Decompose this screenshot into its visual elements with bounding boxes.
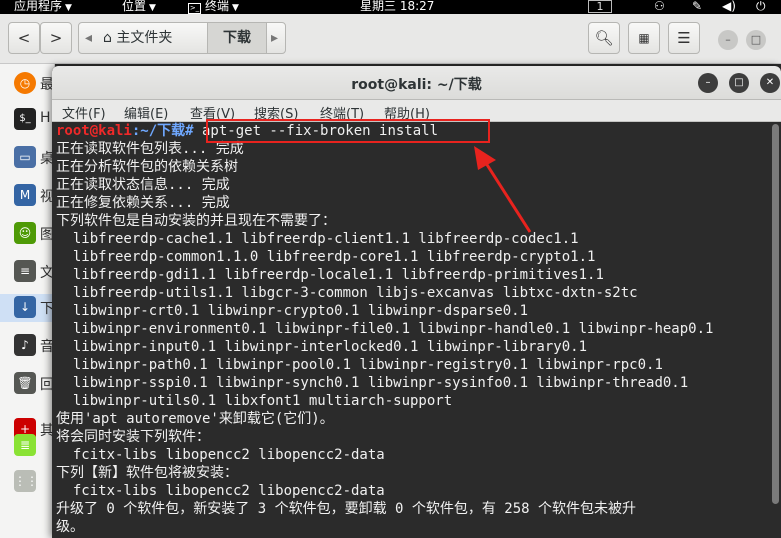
screen: { "topbar": { "apps": "应用程序", "places": … [0, 0, 781, 538]
arrow-shaft [482, 159, 532, 233]
annotation-arrow [474, 146, 532, 233]
arrow-head [474, 146, 496, 170]
